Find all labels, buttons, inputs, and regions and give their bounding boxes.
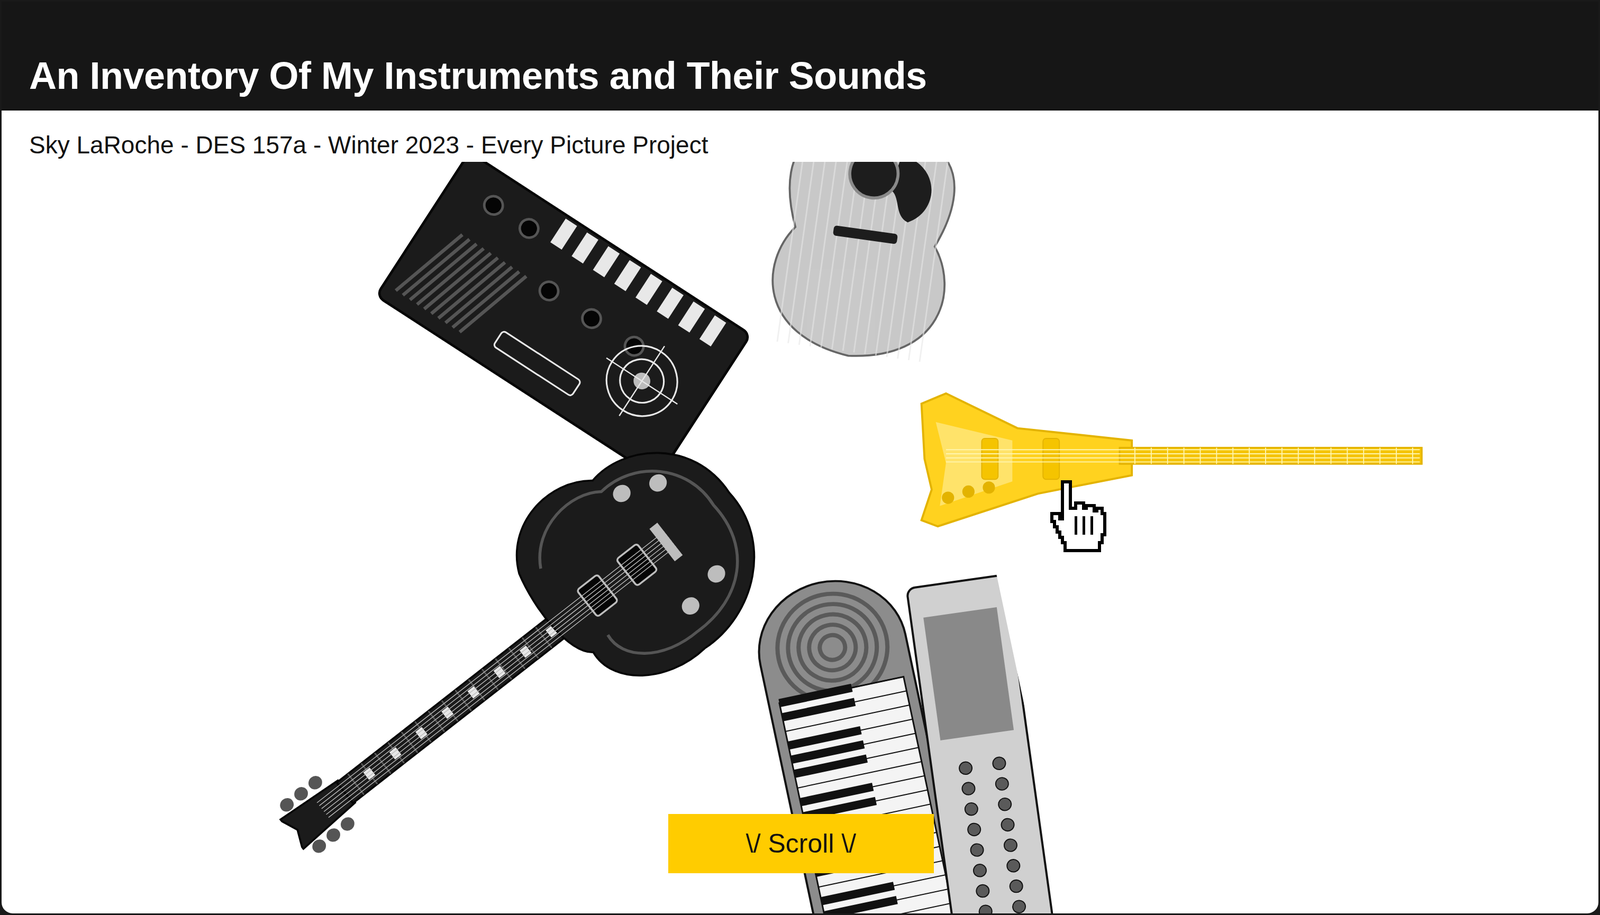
instrument-part	[291, 784, 311, 804]
instrument-synth[interactable]	[374, 161, 753, 481]
instrument-part	[1006, 859, 1021, 874]
instrument-part	[616, 543, 658, 587]
instrument-part	[994, 777, 1009, 792]
instrument-synth-picture	[374, 161, 753, 481]
pointer-hand-icon	[1075, 516, 1092, 535]
instrument-part	[969, 843, 985, 858]
instrument-part	[571, 232, 599, 265]
instrument-part	[316, 531, 665, 804]
instrument-part	[923, 607, 1014, 741]
instrument-part	[992, 756, 1007, 771]
instrument-part	[704, 561, 729, 587]
instrument-part	[762, 161, 964, 368]
instrument-part	[699, 315, 727, 347]
instrument-part	[946, 461, 1421, 463]
page-frame: An Inventory Of My Instruments and Their…	[0, 0, 1600, 915]
scroll-button-label: \/ Scroll \/	[746, 830, 857, 858]
instrument-part	[792, 608, 873, 688]
instrument-part	[519, 433, 769, 685]
instrument-part	[975, 884, 990, 899]
instrument-part	[493, 330, 581, 397]
pointer-hand-icon	[1051, 482, 1105, 551]
instrument-acoustic-picture	[748, 161, 979, 376]
page-subtitle: Sky LaRoche - DES 157a - Winter 2023 - E…	[29, 130, 1571, 160]
instrument-part	[578, 305, 605, 332]
instrument-part	[797, 761, 922, 789]
instrument-part	[981, 438, 998, 480]
instrument-part	[516, 215, 542, 242]
instrument-part	[941, 492, 954, 505]
instrument-part	[1042, 438, 1060, 480]
instrument-part	[827, 903, 952, 914]
instrument-part	[678, 594, 703, 619]
instrument-part	[781, 698, 856, 722]
instrument-part	[609, 481, 634, 506]
instrument-part	[321, 537, 669, 809]
instrument-part	[319, 534, 667, 807]
instrument-part	[962, 485, 975, 498]
instrument-bass-picture	[915, 391, 1426, 530]
pointer-hand-icon	[1046, 479, 1108, 559]
instrument-part	[277, 795, 297, 815]
instrument-part	[946, 457, 1421, 459]
instrument-part	[785, 705, 910, 732]
instrument-part	[614, 260, 642, 292]
instrument-part	[946, 449, 1421, 451]
instrument-part	[982, 481, 995, 494]
instrument-part	[338, 814, 358, 834]
instrument-part	[326, 543, 674, 815]
instrument-part	[964, 802, 979, 817]
subtitle-row: Sky LaRoche - DES 157a - Winter 2023 - E…	[1, 110, 1599, 162]
instrument-part	[958, 761, 974, 776]
instrument-part	[323, 825, 343, 845]
instrument-acoustic[interactable]	[748, 161, 979, 376]
instrument-part	[593, 332, 692, 431]
instrument-part	[997, 797, 1013, 813]
instrument-part	[1012, 900, 1027, 914]
instrument-part	[1000, 817, 1015, 833]
instrument-part	[635, 274, 663, 306]
instrument-bass[interactable]	[915, 391, 1426, 530]
pointer-hand-icon	[1046, 479, 1108, 559]
instrument-part	[459, 262, 527, 347]
instrument-canvas: \/ Scroll \/	[1, 161, 1599, 914]
instrument-part	[832, 225, 898, 245]
instrument-part	[793, 755, 868, 779]
instrument-part	[376, 161, 751, 479]
instrument-part	[1003, 838, 1018, 853]
instrument-part	[846, 161, 902, 202]
instrument-part	[550, 218, 578, 250]
instrument-part	[823, 896, 898, 914]
instrument-part	[535, 278, 562, 304]
instrument-part	[967, 822, 982, 838]
scroll-button[interactable]: \/ Scroll \/	[668, 814, 934, 874]
instrument-part	[656, 287, 684, 320]
header-bar: An Inventory Of My Instruments and Their…	[1, 1, 1599, 111]
instrument-part	[921, 393, 1133, 527]
instrument-part	[576, 574, 618, 617]
instrument-part	[946, 453, 1421, 455]
instrument-part	[935, 422, 1013, 507]
instrument-part	[961, 782, 976, 797]
instrument-part	[972, 864, 987, 879]
instrument-part	[645, 470, 670, 496]
instrument-part	[593, 246, 621, 278]
instrument-part	[328, 546, 676, 818]
instrument-part	[1008, 879, 1024, 894]
instrument-part	[309, 837, 329, 857]
instrument-part	[305, 773, 325, 793]
instrument-part	[678, 301, 706, 333]
instrument-part	[486, 406, 796, 715]
instrument-part	[817, 633, 848, 663]
instrument-part	[804, 620, 860, 675]
page-title: An Inventory Of My Instruments and Their…	[29, 56, 1571, 95]
instrument-part	[480, 192, 507, 218]
instrument-part	[323, 540, 671, 813]
instrument-part	[649, 522, 683, 562]
instrument-part	[619, 346, 665, 417]
instrument-part	[978, 904, 993, 914]
